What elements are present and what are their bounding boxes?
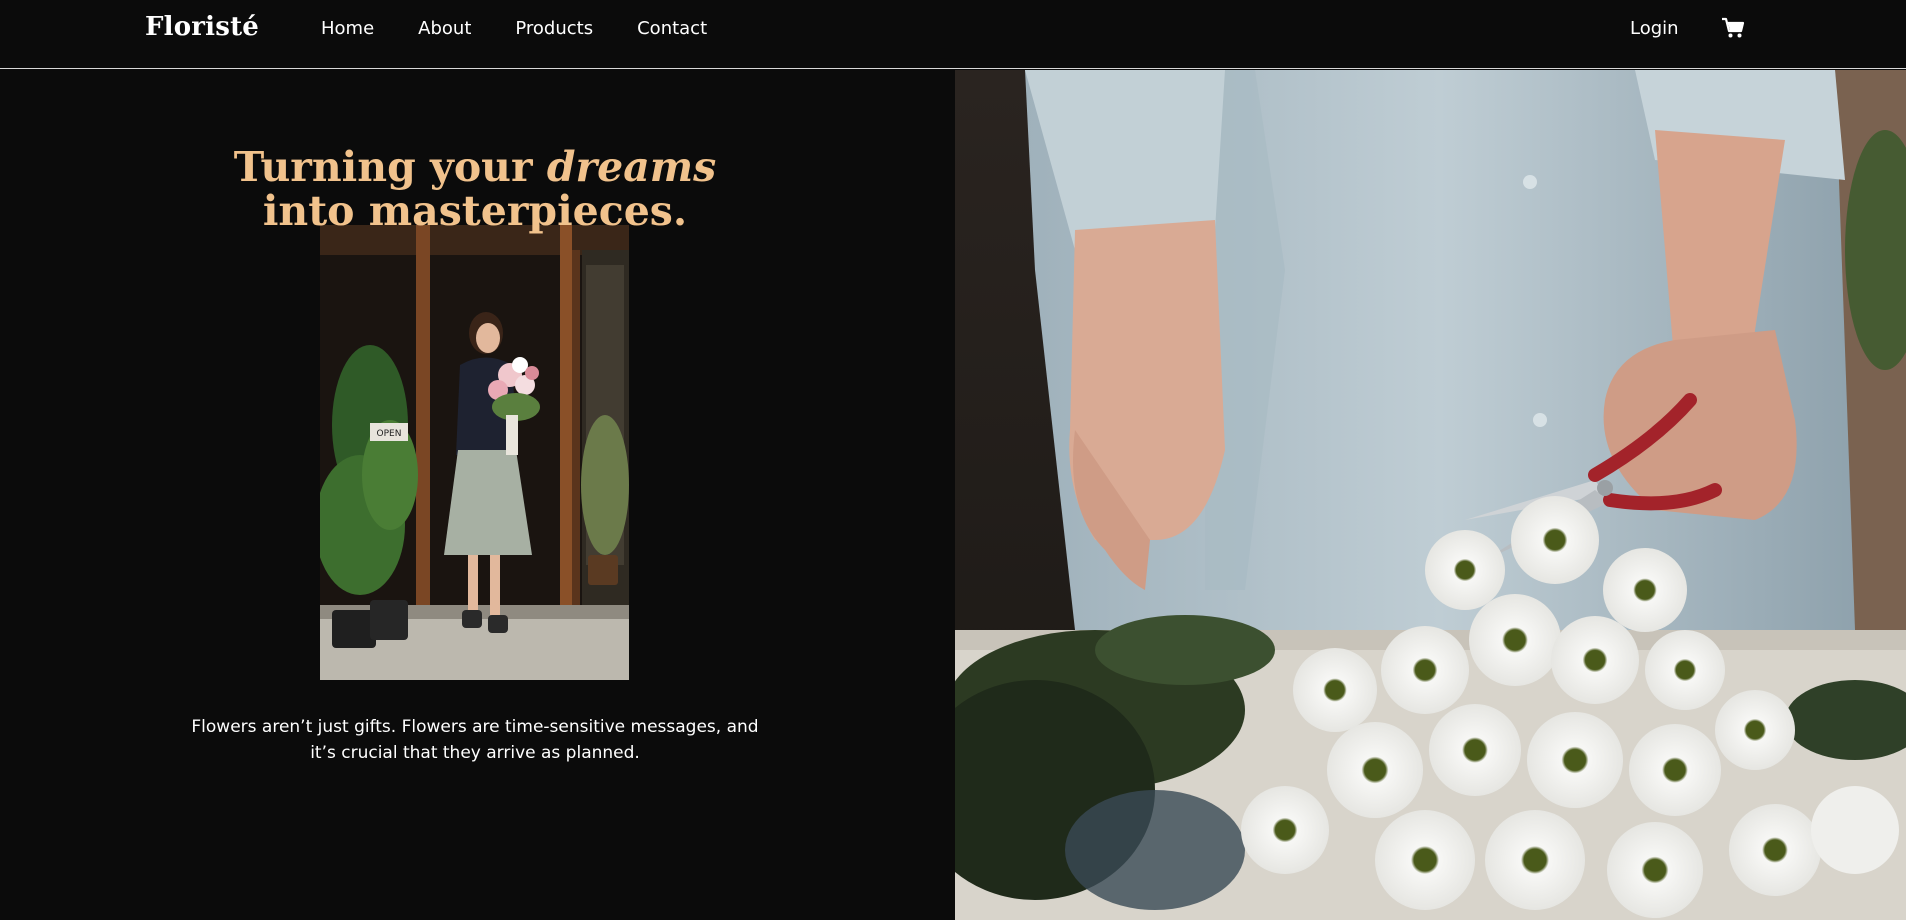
brand-logo[interactable]: Floristé <box>145 12 259 42</box>
main-nav-links: Home About Products Contact <box>321 18 751 40</box>
headline-part-2: into masterpieces. <box>262 187 688 235</box>
top-navigation-bar: Floristé Home About Products Contact Log… <box>0 0 1906 69</box>
hero-tagline: Flowers aren’t just gifts. Flowers are t… <box>0 714 950 766</box>
nav-link-about[interactable]: About <box>418 18 471 40</box>
hero-headline: Turning your dreams into masterpieces. <box>0 145 950 233</box>
nav-link-home[interactable]: Home <box>321 18 374 40</box>
nav-link-products[interactable]: Products <box>515 18 593 40</box>
headline-part-1: Turning your <box>233 143 547 191</box>
shopping-cart-icon[interactable] <box>1721 17 1745 39</box>
tagline-line-1: Flowers aren’t just gifts. Flowers are t… <box>191 717 759 737</box>
headline-emphasis: dreams <box>546 143 717 191</box>
hero-left-panel: Turning your dreams into masterpieces. O… <box>0 70 955 920</box>
open-sign-text: OPEN <box>377 429 402 439</box>
florist-shop-photo: OPEN <box>320 225 629 680</box>
tagline-line-2: it’s crucial that they arrive as planned… <box>310 743 640 763</box>
nav-link-contact[interactable]: Contact <box>637 18 707 40</box>
florist-cutting-flowers-photo <box>955 70 1906 920</box>
login-link[interactable]: Login <box>1630 18 1679 40</box>
